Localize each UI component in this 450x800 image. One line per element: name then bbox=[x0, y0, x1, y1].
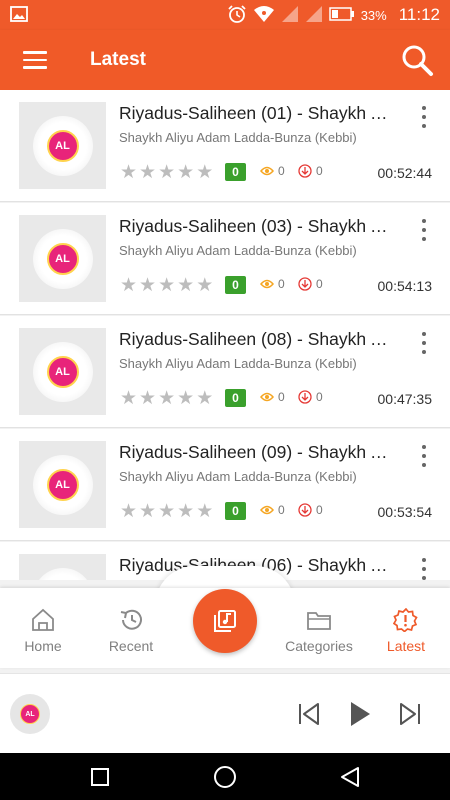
star-rating[interactable]: ★ ★ ★ ★ ★ bbox=[120, 502, 213, 521]
list-item[interactable]: AL Riyadus-Saliheen (09) - Shaykh Aliyu … bbox=[0, 429, 450, 541]
download-icon bbox=[298, 164, 312, 178]
track-author: Shaykh Aliyu Adam Ladda-Bunza (Kebbi) bbox=[119, 243, 357, 258]
track-thumbnail: AL bbox=[19, 102, 106, 189]
view-count: 0 bbox=[260, 503, 285, 517]
nav-categories[interactable]: Categories bbox=[274, 608, 364, 654]
rating-badge: 0 bbox=[225, 389, 246, 407]
eye-icon bbox=[260, 505, 274, 515]
eye-icon bbox=[260, 279, 274, 289]
download-icon bbox=[298, 390, 312, 404]
mini-player[interactable]: AL bbox=[0, 673, 450, 753]
eye-icon bbox=[260, 392, 274, 402]
download-count: 0 bbox=[298, 277, 323, 291]
skip-previous-icon[interactable] bbox=[293, 698, 325, 730]
nav-categories-label: Categories bbox=[285, 638, 353, 654]
clock: 11:12 bbox=[398, 5, 440, 24]
eye-icon bbox=[260, 166, 274, 176]
al-logo: AL bbox=[20, 704, 40, 724]
track-duration: 00:53:54 bbox=[377, 504, 433, 520]
track-duration: 00:47:35 bbox=[377, 391, 433, 407]
library-music-icon bbox=[214, 610, 236, 632]
signal-icon bbox=[281, 5, 299, 26]
rating-badge: 0 bbox=[225, 502, 246, 520]
star-rating[interactable]: ★ ★ ★ ★ ★ bbox=[120, 389, 213, 408]
view-count: 0 bbox=[260, 390, 285, 404]
folder-icon bbox=[307, 612, 331, 630]
list-item[interactable]: AL Riyadus-Saliheen (01) - Shaykh Aliyu … bbox=[0, 90, 450, 202]
status-bar: 33% 11:12 bbox=[0, 0, 450, 30]
track-thumbnail: AL bbox=[19, 441, 106, 528]
battery-percent: 33% bbox=[360, 7, 387, 23]
list-item[interactable]: AL Riyadus-Saliheen (08) - Shaykh Aliyu … bbox=[0, 316, 450, 428]
nav-latest[interactable]: Latest bbox=[361, 608, 450, 654]
page-title: Latest bbox=[90, 49, 146, 70]
battery-icon bbox=[328, 6, 355, 24]
home-circle-icon[interactable] bbox=[211, 763, 239, 791]
list-item[interactable]: AL Riyadus-Saliheen (03) - Shaykh Aliyu … bbox=[0, 203, 450, 315]
download-icon bbox=[298, 503, 312, 517]
download-icon bbox=[298, 277, 312, 291]
new-badge-icon bbox=[393, 608, 418, 632]
history-icon bbox=[120, 609, 142, 630]
app-bar: Latest bbox=[0, 30, 450, 90]
nav-recent-label: Recent bbox=[108, 638, 154, 654]
track-title: Riyadus-Saliheen (09) - Shaykh Aliyu Ada… bbox=[119, 442, 399, 462]
al-logo: AL bbox=[46, 468, 79, 501]
more-options-icon[interactable] bbox=[414, 219, 434, 241]
more-options-icon[interactable] bbox=[414, 558, 434, 580]
more-options-icon[interactable] bbox=[414, 332, 434, 354]
menu-icon[interactable] bbox=[14, 45, 56, 75]
track-author: Shaykh Aliyu Adam Ladda-Bunza (Kebbi) bbox=[119, 469, 357, 484]
track-duration: 00:54:13 bbox=[377, 278, 433, 294]
download-count: 0 bbox=[298, 503, 323, 517]
view-count: 0 bbox=[260, 164, 285, 178]
more-options-icon[interactable] bbox=[414, 106, 434, 128]
download-count: 0 bbox=[298, 164, 323, 178]
nav-home[interactable]: Home bbox=[0, 608, 88, 654]
search-icon[interactable] bbox=[398, 41, 436, 79]
more-options-icon[interactable] bbox=[414, 445, 434, 467]
play-icon[interactable] bbox=[344, 698, 376, 730]
view-count: 0 bbox=[260, 277, 285, 291]
track-thumbnail: AL bbox=[19, 215, 106, 302]
track-title: Riyadus-Saliheen (08) - Shaykh Aliyu Ada… bbox=[119, 329, 399, 349]
wifi-icon bbox=[253, 5, 275, 26]
track-thumbnail: AL bbox=[19, 328, 106, 415]
track-title: Riyadus-Saliheen (03) - Shaykh Aliyu Ada… bbox=[119, 216, 399, 236]
al-logo: AL bbox=[46, 129, 79, 162]
nav-recent[interactable]: Recent bbox=[86, 608, 176, 654]
track-list: AL Riyadus-Saliheen (01) - Shaykh Aliyu … bbox=[0, 90, 450, 580]
skip-next-icon[interactable] bbox=[394, 698, 426, 730]
nav-home-label: Home bbox=[24, 638, 62, 654]
home-icon bbox=[32, 608, 54, 631]
track-author: Shaykh Aliyu Adam Ladda-Bunza (Kebbi) bbox=[119, 356, 357, 371]
al-logo: AL bbox=[46, 242, 79, 275]
download-count: 0 bbox=[298, 390, 323, 404]
recents-square-icon[interactable] bbox=[86, 763, 114, 791]
al-logo: AL bbox=[46, 355, 79, 388]
track-author: Shaykh Aliyu Adam Ladda-Bunza (Kebbi) bbox=[119, 130, 357, 145]
now-playing-thumbnail[interactable]: AL bbox=[10, 694, 50, 734]
rating-badge: 0 bbox=[225, 163, 246, 181]
track-title: Riyadus-Saliheen (01) - Shaykh Aliyu Ada… bbox=[119, 103, 399, 123]
track-duration: 00:52:44 bbox=[377, 165, 433, 181]
signal-icon-2 bbox=[305, 5, 323, 26]
nav-latest-label: Latest bbox=[386, 638, 426, 654]
gallery-notification-icon bbox=[10, 6, 28, 27]
star-rating[interactable]: ★ ★ ★ ★ ★ bbox=[120, 163, 213, 182]
system-navigation-bar bbox=[0, 753, 450, 800]
back-triangle-icon[interactable] bbox=[336, 763, 364, 791]
star-rating[interactable]: ★ ★ ★ ★ ★ bbox=[120, 276, 213, 295]
alarm-icon bbox=[227, 4, 247, 27]
library-button[interactable] bbox=[193, 589, 257, 653]
track-thumbnail: AL bbox=[19, 554, 106, 580]
rating-badge: 0 bbox=[225, 276, 246, 294]
